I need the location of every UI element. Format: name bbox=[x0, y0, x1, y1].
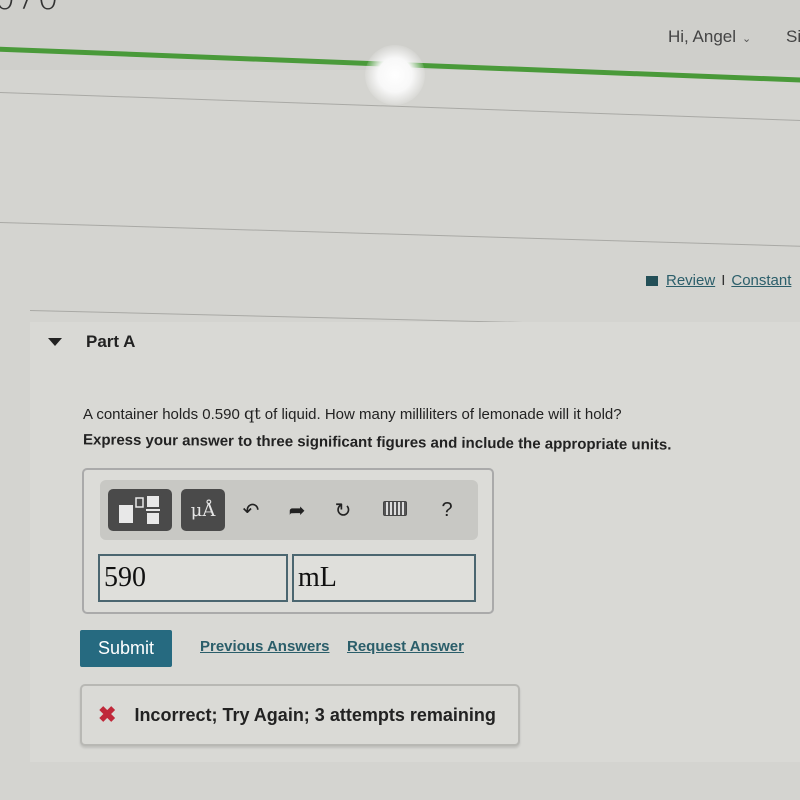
resource-links: Review I Constant bbox=[646, 272, 791, 289]
question-prefix: A container holds 0.590 bbox=[83, 406, 244, 423]
feedback-text: Incorrect; Try Again; 3 attempts remaini… bbox=[134, 704, 496, 725]
submit-button[interactable]: Submit bbox=[80, 630, 172, 667]
answer-value-input[interactable]: 590 bbox=[98, 554, 288, 602]
book-icon bbox=[646, 276, 660, 287]
triangle-down-icon[interactable] bbox=[48, 338, 62, 346]
undo-icon: ↶ bbox=[242, 499, 260, 522]
part-title: Part A bbox=[86, 332, 136, 351]
previous-answers-link[interactable]: Previous Answers bbox=[200, 638, 330, 655]
units-label: μÅ bbox=[190, 499, 216, 521]
answer-box: μÅ ↶ ➦ ↻ ? 590 mL bbox=[82, 468, 494, 614]
templates-button[interactable] bbox=[108, 489, 172, 531]
user-menu[interactable]: Hi, Angel ⌄ bbox=[668, 27, 751, 47]
math-toolbar: μÅ ↶ ➦ ↻ ? bbox=[100, 480, 478, 540]
x-icon: ✖ bbox=[98, 702, 117, 727]
request-answer-link[interactable]: Request Answer bbox=[347, 638, 464, 655]
link-separator: I bbox=[721, 272, 726, 289]
course-number: 070 bbox=[0, 0, 59, 18]
section-divider bbox=[0, 222, 800, 248]
chevron-down-icon: ⌄ bbox=[742, 33, 752, 45]
units-button[interactable]: μÅ bbox=[181, 489, 225, 531]
help-label: ? bbox=[441, 498, 453, 521]
feedback-message: ✖ Incorrect; Try Again; 3 attempts remai… bbox=[80, 684, 520, 746]
review-link[interactable]: Review bbox=[666, 272, 715, 289]
keyboard-icon bbox=[383, 500, 407, 516]
question-text: A container holds 0.590 qt of liquid. Ho… bbox=[83, 404, 622, 423]
answer-units-input[interactable]: mL bbox=[292, 554, 476, 602]
reset-button[interactable]: ↻ bbox=[317, 498, 369, 523]
sign-out-link[interactable]: Si bbox=[786, 27, 800, 47]
undo-button[interactable]: ↶ bbox=[225, 498, 277, 523]
help-button[interactable]: ? bbox=[421, 499, 473, 522]
keyboard-button[interactable] bbox=[369, 499, 421, 522]
question-suffix: of liquid. How many milliliters of lemon… bbox=[260, 406, 622, 423]
redo-icon: ➦ bbox=[288, 499, 306, 522]
reset-icon: ↻ bbox=[334, 499, 352, 522]
constants-link[interactable]: Constant bbox=[731, 272, 791, 289]
redo-button[interactable]: ➦ bbox=[277, 498, 317, 523]
screen-glare bbox=[365, 45, 425, 105]
part-a-header[interactable]: Part A bbox=[48, 332, 135, 352]
templates-icon bbox=[119, 496, 160, 524]
question-unit: qt bbox=[243, 404, 261, 423]
greeting-text: Hi, Angel bbox=[668, 27, 737, 46]
